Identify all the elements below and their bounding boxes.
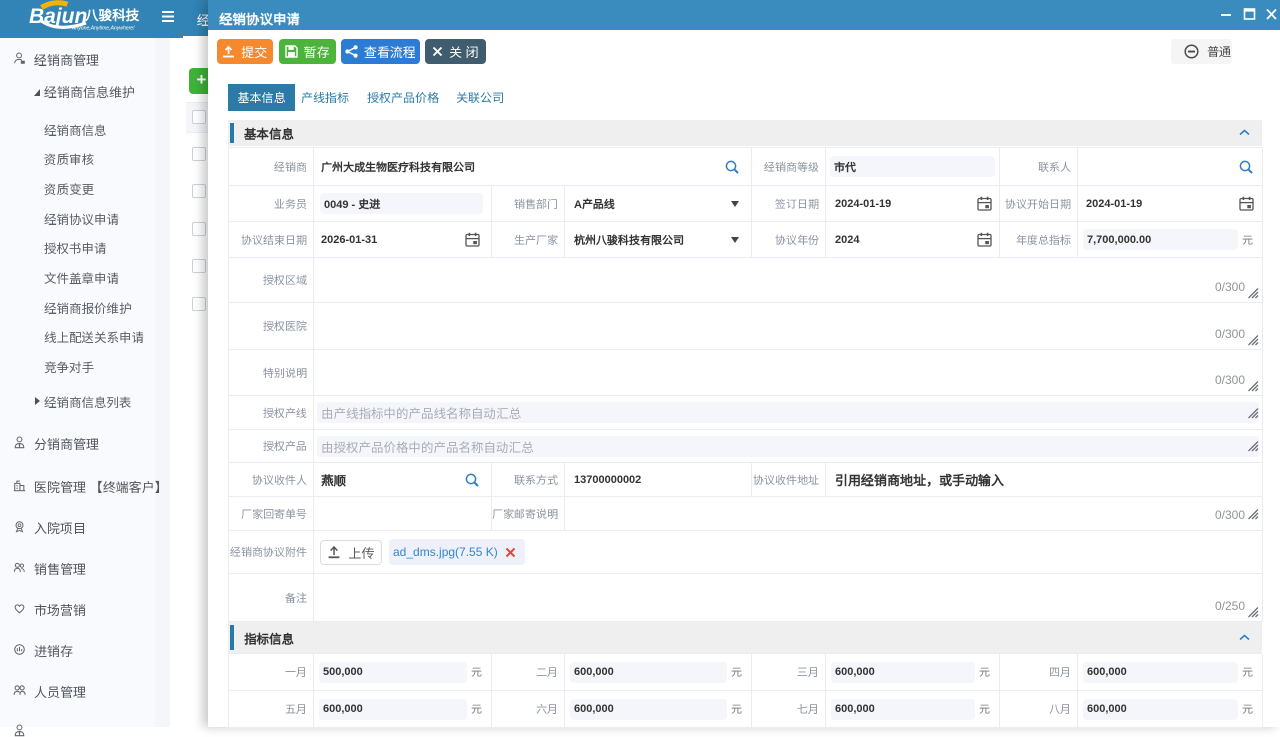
svg-text:Anyone,Anytime,Anywhere!: Anyone,Anytime,Anywhere! <box>71 26 135 32</box>
svg-text:八骏科技: 八骏科技 <box>85 7 139 23</box>
